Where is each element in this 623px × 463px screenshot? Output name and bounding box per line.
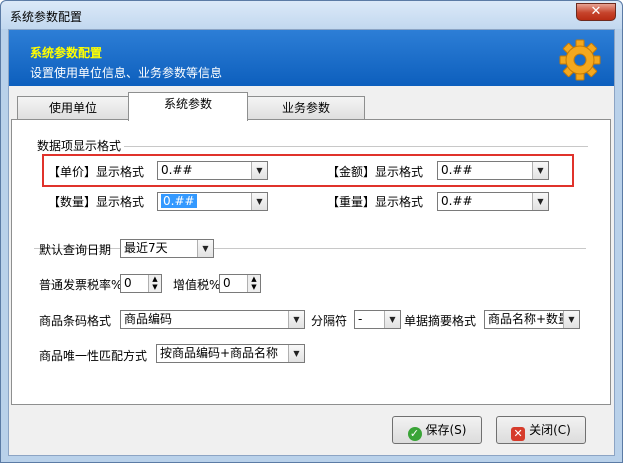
summary-format-label: 单据摘要格式 [404, 314, 477, 328]
window-close-button[interactable]: ✕ [576, 3, 616, 21]
section-divider [34, 248, 586, 249]
dialog-window: 系统参数配置 ✕ 系统参数配置 设置使用单位信息、业务参数等信息 使用单位 系统… [0, 0, 623, 463]
amount-label: 【金额】显示格式 [327, 165, 424, 179]
vat-stepper[interactable]: 0 ▲ ▼ [219, 274, 261, 293]
chevron-down-icon[interactable]: ▼ [197, 240, 213, 257]
banner-subtitle: 设置使用单位信息、业务参数等信息 [30, 66, 223, 80]
unit-price-label: 【单价】显示格式 [48, 165, 145, 179]
header-banner: 系统参数配置 设置使用单位信息、业务参数等信息 [9, 30, 614, 86]
close-icon: ✕ [511, 427, 526, 441]
separator-select[interactable]: - ▼ [354, 310, 401, 329]
weight-format-select[interactable]: 0.## ▼ [437, 192, 549, 211]
invoice-tax-label: 普通发票税率% [39, 278, 123, 292]
amount-format-select[interactable]: 0.## ▼ [437, 161, 549, 180]
separator-label: 分隔符 [311, 314, 348, 328]
tab-business-params[interactable]: 业务参数 [247, 96, 365, 120]
weight-label: 【重量】显示格式 [327, 195, 424, 209]
chevron-down-icon[interactable]: ▼ [563, 311, 579, 328]
close-button-label: 关闭(C) [529, 423, 571, 437]
barcode-format-select[interactable]: 商品编码 ▼ [120, 310, 305, 329]
matching-label: 商品唯一性匹配方式 [39, 349, 148, 363]
tab-system-params[interactable]: 系统参数 [128, 92, 248, 121]
save-button[interactable]: ✓ 保存(S) [392, 416, 482, 444]
title-bar[interactable]: 系统参数配置 ✕ [1, 1, 622, 29]
quantity-label: 【数量】显示格式 [48, 195, 145, 209]
banner-title: 系统参数配置 [30, 46, 103, 60]
chevron-down-icon[interactable]: ▼ [288, 311, 304, 328]
chevron-down-icon[interactable]: ▼ [251, 162, 267, 179]
vat-label: 增值税% [173, 278, 221, 292]
close-button[interactable]: ✕ 关闭(C) [496, 416, 586, 444]
chevron-down-icon[interactable]: ▼ [532, 193, 548, 210]
invoice-tax-stepper[interactable]: 0 ▲ ▼ [120, 274, 162, 293]
matching-select[interactable]: 按商品编码+商品名称 ▼ [156, 344, 305, 363]
gear-icon [559, 39, 601, 81]
unit-price-format-select[interactable]: 0.## ▼ [157, 161, 268, 180]
group-label: 数据项显示格式 [34, 137, 125, 154]
query-date-select[interactable]: 最近7天 ▼ [120, 239, 214, 258]
spin-arrows-icon[interactable]: ▲ ▼ [247, 275, 260, 292]
dialog-body: 系统参数配置 设置使用单位信息、业务参数等信息 使用单位 系统参数 业务参数 数… [8, 29, 615, 456]
tab-unit[interactable]: 使用单位 [17, 96, 129, 120]
window-title: 系统参数配置 [10, 10, 83, 24]
query-date-label: 默认查询日期 [39, 243, 112, 257]
chevron-down-icon[interactable]: ▼ [532, 162, 548, 179]
spin-arrows-icon[interactable]: ▲ ▼ [148, 275, 161, 292]
save-button-label: 保存(S) [425, 423, 467, 437]
summary-format-select[interactable]: 商品名称+数量 ▼ [484, 310, 580, 329]
barcode-format-label: 商品条码格式 [39, 314, 112, 328]
chevron-down-icon[interactable]: ▼ [288, 345, 304, 362]
quantity-format-select[interactable]: 0.## ▼ [157, 192, 268, 211]
chevron-down-icon[interactable]: ▼ [251, 193, 267, 210]
checkmark-icon: ✓ [407, 427, 422, 441]
group-divider [123, 146, 588, 147]
chevron-down-icon[interactable]: ▼ [384, 311, 400, 328]
